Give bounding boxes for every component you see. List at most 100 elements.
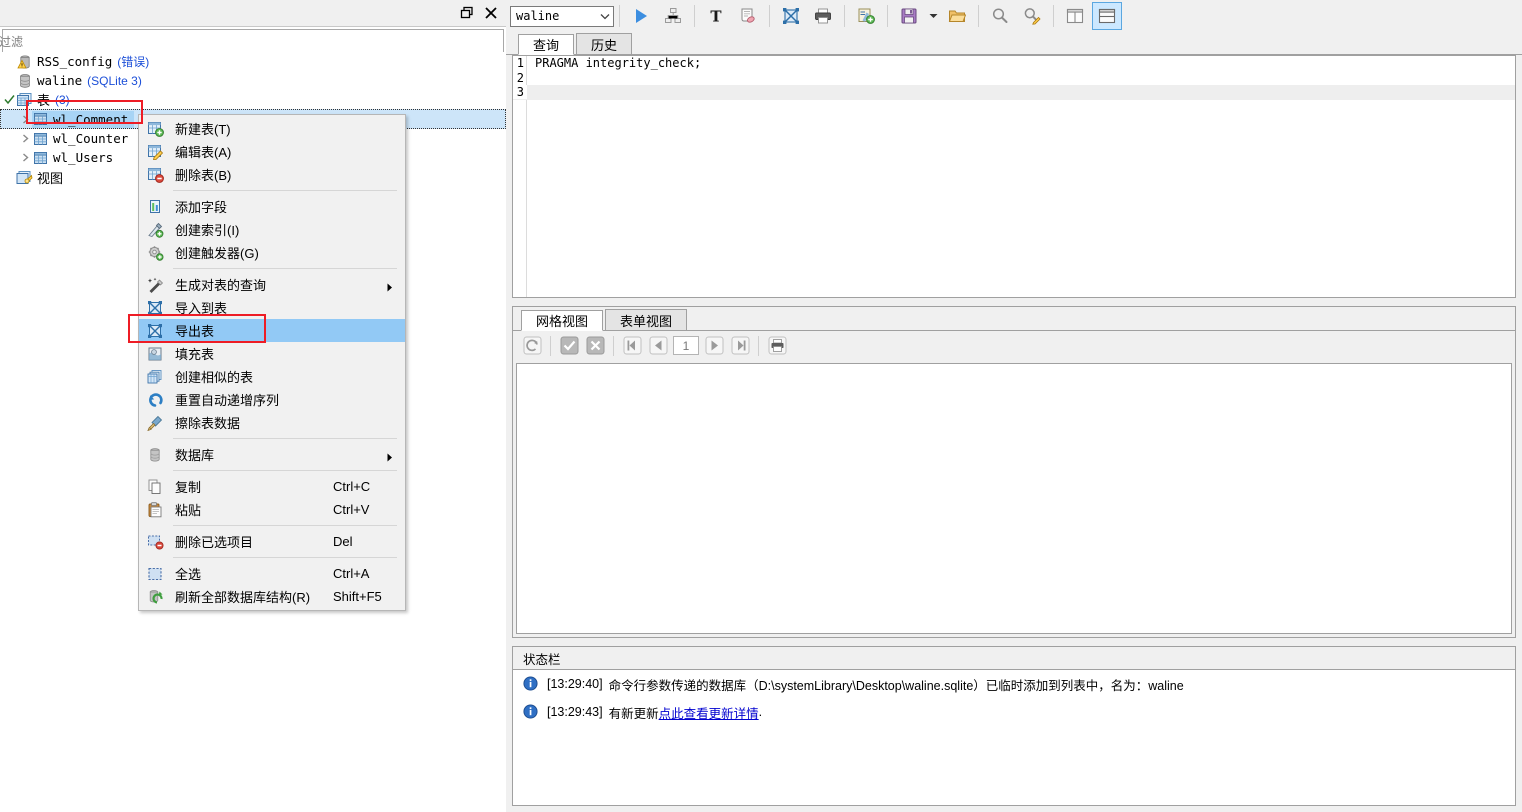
table-icon [32,130,49,147]
menu-item-duplicate-table[interactable]: 创建相似的表 [139,365,405,388]
tab-label: 查询 [533,38,560,53]
table-edit-icon [143,141,167,162]
menu-item-add-field[interactable]: 添加字段 [139,195,405,218]
print-button[interactable] [808,2,838,30]
clear-query-button[interactable] [733,2,763,30]
table-icon [32,149,49,166]
create-trigger-icon [143,242,167,263]
status-panel-title: 状态栏 [523,652,561,667]
menu-item-label: 导出表 [175,324,215,339]
find-button[interactable] [985,2,1015,30]
result-grid-panel: 网格视图 表单视图 1 [512,306,1516,638]
tab-query[interactable]: 查询 [518,34,575,55]
tab-grid-view[interactable]: 网格视图 [521,310,604,331]
tree-expander-expanded[interactable] [2,90,16,109]
last-page-button[interactable] [729,335,751,356]
tree-filter-input[interactable]: 称过滤 [0,29,504,53]
menu-item-import-to-table[interactable]: 导入到表 [139,296,405,319]
save-dropdown-button[interactable] [926,2,940,30]
tree-expander-collapsed[interactable] [18,148,32,167]
tree-expander [2,52,16,71]
tree-expander-collapsed[interactable] [18,110,32,129]
info-icon [523,676,539,692]
copy-icon [143,476,167,497]
menu-item-select-all[interactable]: 全选 Ctrl+A [139,562,405,585]
tree-item-label: wl_Comment [53,111,129,127]
menu-item-label: 删除表(B) [175,168,232,183]
database-icon [16,72,33,89]
new-query-button[interactable] [851,2,881,30]
menu-item-truncate-table[interactable]: 擦除表数据 [139,411,405,434]
menu-item-label: 编辑表(A) [175,145,232,160]
menu-item-label: 导入到表 [175,301,228,316]
tree-item-label: wl_Counter [53,131,129,146]
tab-history[interactable]: 历史 [576,33,633,54]
menu-item-paste[interactable]: 粘贴 Ctrl+V [139,498,405,521]
database-select[interactable]: waline [510,5,614,27]
layout-vertical-button[interactable] [1060,2,1090,30]
menu-item-export-table[interactable]: 导出表 [139,319,405,342]
grid-toolbar-separator [613,335,614,356]
menu-item-create-trigger[interactable]: 创建触发器(G) [139,241,405,264]
menu-item-create-index[interactable]: 创建索引(I) [139,218,405,241]
menu-item-copy[interactable]: 复制 Ctrl+C [139,475,405,498]
result-grid-area[interactable] [516,363,1512,634]
execute-button[interactable] [626,2,656,30]
refresh-grid-button[interactable] [521,335,543,356]
menu-separator [173,268,397,269]
tree-item-label: 表 [37,93,51,108]
tree-item-tables[interactable]: 表 (3) [0,90,506,109]
panel-window-buttons [456,2,502,23]
print-grid-button[interactable] [766,335,788,356]
sql-editor[interactable]: 1 PRAGMA integrity_check; 2 3 [512,55,1516,298]
menu-item-delete-table[interactable]: 删除表(B) [139,163,405,186]
menu-item-new-table[interactable]: 新建表(T) [139,117,405,140]
reset-autoincrement-icon [143,389,167,410]
editor-line: 2 [513,71,1515,86]
layout-horizontal-button[interactable] [1092,2,1122,30]
status-message-tail: . [758,705,763,719]
nav-icat-window: 库 称过滤 [0,0,1522,812]
menu-separator [173,190,397,191]
tree-item-waline[interactable]: waline (SQLite 3) [0,71,506,90]
menu-item-accelerator: Ctrl+A [333,566,370,581]
menu-item-label: 删除已选项目 [175,535,254,550]
menu-item-generate-query[interactable]: 生成对表的查询 [139,273,405,296]
update-details-link[interactable]: 点此查看更新详情 [659,703,759,722]
restore-icon[interactable] [456,2,478,23]
first-page-button[interactable] [621,335,643,356]
find-replace-button[interactable] [1017,2,1047,30]
menu-item-label: 生成对表的查询 [175,278,267,293]
menu-item-refresh-all-db[interactable]: 刷新全部数据库结构(R) Shift+F5 [139,585,405,608]
menu-item-database[interactable]: 数据库 [139,443,405,466]
apply-changes-button[interactable] [558,335,580,356]
menu-item-fill-table[interactable]: 填充表 [139,342,405,365]
tables-folder-icon [16,91,33,108]
table-context-menu[interactable]: 新建表(T) 编辑表(A) 删除表(B) 添加字段 创建索引(I) 创建触发器(… [138,114,406,611]
menu-item-edit-table[interactable]: 编辑表(A) [139,140,405,163]
next-page-button[interactable] [703,335,725,356]
explain-button[interactable] [658,2,688,30]
status-message: 有新更新 [608,706,659,721]
prev-page-button[interactable] [647,335,669,356]
grid-tabstrip: 网格视图 表单视图 [513,307,1515,331]
tree-filter-placeholder: 称过滤 [0,35,24,49]
tree-item-rss-config[interactable]: RSS_config (错误) [0,52,506,71]
paste-icon [143,499,167,520]
menu-item-label: 全选 [175,567,202,582]
format-text-button[interactable]: T [701,2,731,30]
status-timestamp: [13:29:43] [547,705,603,719]
tree-expander-collapsed[interactable] [18,129,32,148]
cancel-changes-button[interactable] [584,335,606,356]
close-icon[interactable] [480,2,502,23]
menu-item-reset-autoincrement[interactable]: 重置自动递增序列 [139,388,405,411]
export-data-button[interactable] [776,2,806,30]
menu-item-delete-selected[interactable]: 删除已选项目 Del [139,530,405,553]
menu-item-accelerator: Ctrl+V [333,502,370,517]
page-number-input[interactable]: 1 [673,336,699,355]
save-button[interactable] [894,2,924,30]
tab-label: 表单视图 [620,313,673,329]
tab-form-view[interactable]: 表单视图 [605,309,688,330]
open-button[interactable] [942,2,972,30]
menu-item-label: 新建表(T) [175,122,231,137]
